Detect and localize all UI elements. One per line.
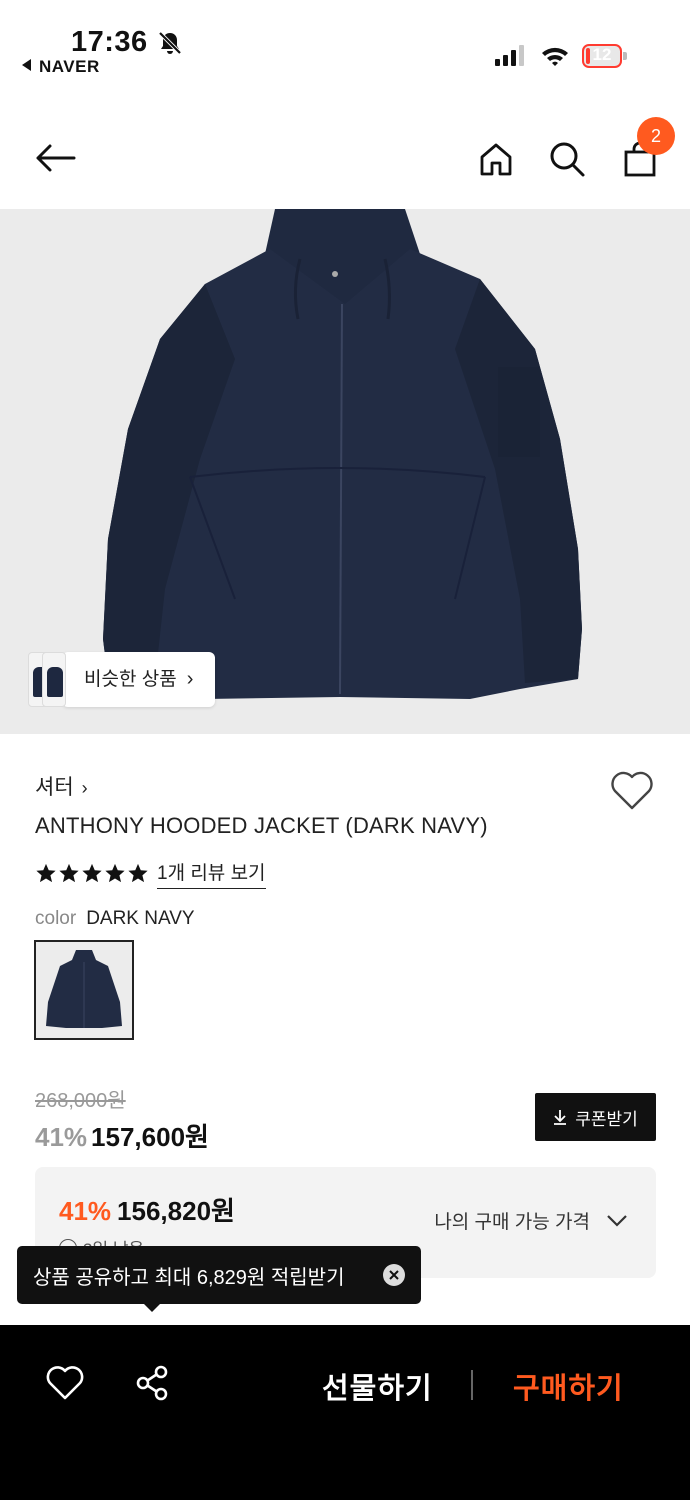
share-icon	[136, 1365, 168, 1401]
jacket-thumbnail	[46, 950, 122, 1028]
wifi-icon	[542, 47, 568, 66]
download-coupon-button[interactable]: 쿠폰받기	[535, 1093, 656, 1141]
price-row: 41% 157,600원	[35, 1117, 209, 1154]
chevron-down-icon	[607, 1214, 627, 1227]
star-icon	[105, 863, 125, 883]
star-icon	[59, 863, 79, 883]
original-price: 268,000원	[35, 1090, 126, 1112]
similar-products-label: 비슷한 상품	[84, 669, 177, 690]
my-price-toggle[interactable]: 나의 구매 가능 가격	[434, 1207, 628, 1234]
share-button[interactable]	[133, 1363, 173, 1403]
product-title: ANTHONY HOODED JACKET (DARK NAVY)	[35, 813, 488, 838]
color-label: color	[35, 908, 77, 929]
coupon-label: 쿠폰받기	[575, 1109, 638, 1129]
similar-thumbnails	[28, 652, 70, 707]
download-icon	[554, 1110, 567, 1125]
review-link[interactable]: 1개 리뷰 보기	[157, 858, 266, 889]
product-image[interactable]: 비슷한 상품 ›	[0, 209, 690, 734]
heart-icon	[46, 1366, 84, 1400]
bottom-wishlist-button[interactable]	[45, 1363, 85, 1403]
back-app-label: NAVER	[39, 57, 100, 76]
back-triangle-icon	[22, 59, 31, 71]
battery-percent: 12	[592, 45, 612, 64]
brand-link[interactable]: 셔터 ›	[35, 771, 88, 801]
cart-count-badge: 2	[637, 117, 675, 155]
home-icon	[480, 143, 512, 176]
similar-products-chip[interactable]: 비슷한 상품 ›	[28, 652, 216, 707]
close-icon	[389, 1270, 399, 1280]
star-icon	[82, 863, 102, 883]
my-discount-rate: 41%	[59, 1196, 112, 1226]
search-button[interactable]	[545, 137, 589, 181]
share-reward-tooltip: 상품 공유하고 최대 6,829원 적립받기	[17, 1246, 421, 1304]
heart-icon	[611, 771, 653, 810]
tooltip-text: 상품 공유하고 최대 6,829원 적립받기	[33, 1266, 345, 1289]
color-value: DARK NAVY	[86, 908, 195, 929]
my-price-link-label: 나의 구매 가능 가격	[434, 1212, 590, 1233]
buy-button[interactable]: 구매하기	[513, 1365, 624, 1407]
back-to-app-link[interactable]: NAVER	[22, 57, 100, 77]
divider	[471, 1370, 473, 1400]
arrow-left-icon	[36, 144, 76, 172]
star-icon	[128, 863, 148, 883]
gift-button[interactable]: 선물하기	[322, 1365, 433, 1407]
star-icon	[36, 863, 56, 883]
sale-price: 157,600원	[91, 1122, 209, 1152]
tooltip-arrow	[142, 1302, 162, 1312]
bottom-action-bar: 선물하기 구매하기	[0, 1325, 690, 1500]
signal-icon	[495, 45, 524, 66]
top-header	[0, 110, 690, 206]
color-swatch-dark-navy[interactable]	[34, 940, 134, 1040]
search-icon	[550, 142, 585, 177]
home-button[interactable]	[474, 137, 518, 181]
chevron-right-icon: ›	[81, 778, 88, 798]
discount-rate: 41%	[35, 1122, 88, 1152]
tooltip-close-button[interactable]	[383, 1264, 405, 1286]
my-price-amount: 156,820원	[117, 1196, 235, 1226]
color-row: color DARK NAVY	[35, 908, 195, 930]
wishlist-button[interactable]	[609, 768, 655, 812]
battery-indicator: 12	[582, 44, 628, 68]
my-price: 41% 156,820원	[59, 1191, 235, 1228]
brand-name: 셔터	[35, 776, 74, 799]
rating-row: 1개 리뷰 보기	[35, 858, 266, 889]
back-button[interactable]	[30, 138, 80, 178]
status-time: 17:36	[71, 26, 148, 58]
star-rating	[35, 862, 149, 884]
chevron-right-icon: ›	[186, 668, 194, 690]
bell-muted-icon	[158, 31, 182, 55]
status-bar: 17:36 NAVER 12	[0, 0, 690, 100]
